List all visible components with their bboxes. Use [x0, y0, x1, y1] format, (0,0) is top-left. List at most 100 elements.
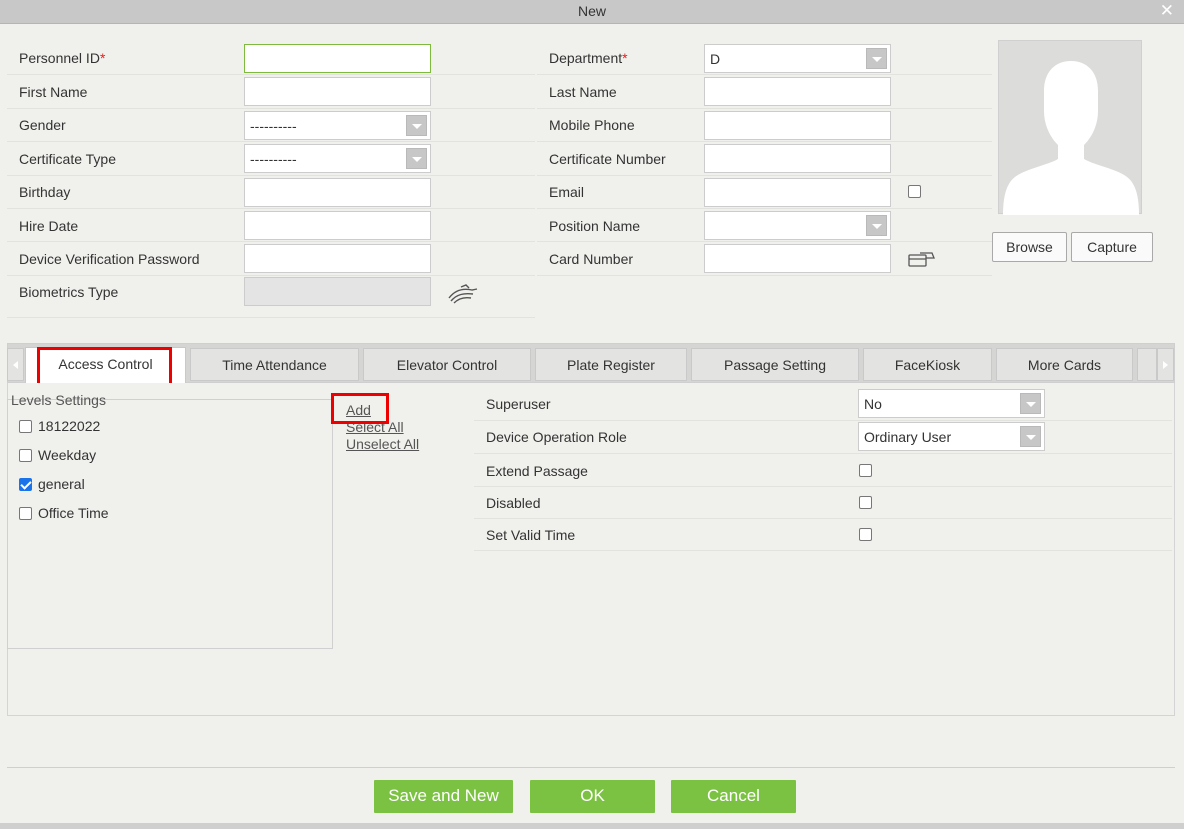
save-and-new-button[interactable]: Save and New: [374, 780, 513, 813]
row-divider: [474, 518, 1172, 519]
disabled-label: Disabled: [486, 495, 541, 511]
superuser-select-value: No: [864, 396, 882, 412]
level-checkbox-weekday[interactable]: [19, 449, 32, 462]
certificate-number-label: Certificate Number: [549, 151, 666, 167]
tab-time-attendance[interactable]: Time Attendance: [190, 348, 359, 381]
tab-plate-register[interactable]: Plate Register: [535, 348, 687, 381]
tab-passage-setting[interactable]: Passage Setting: [691, 348, 859, 381]
row-divider: [7, 108, 535, 109]
row-divider: [7, 74, 535, 75]
card-reader-icon[interactable]: [906, 249, 936, 269]
birthday-label: Birthday: [19, 184, 71, 200]
row-divider: [7, 317, 535, 318]
disabled-checkbox[interactable]: [859, 496, 872, 509]
dialog-bottom-edge: [0, 823, 1184, 829]
level-label: Weekday: [38, 447, 97, 463]
row-divider: [7, 141, 535, 142]
certificate-type-select-value: ----------: [250, 151, 297, 167]
browse-button[interactable]: Browse: [992, 232, 1067, 262]
select-all-link[interactable]: Select All: [346, 419, 404, 435]
email-checkbox[interactable]: [908, 185, 921, 198]
row-divider: [474, 420, 1172, 421]
first-name-input[interactable]: [244, 77, 431, 106]
dialog-titlebar: New ✕: [0, 0, 1184, 24]
level-label: general: [38, 476, 85, 492]
hire-date-input[interactable]: [244, 211, 431, 240]
row-divider: [474, 550, 1172, 551]
avatar-placeholder-icon: [1003, 61, 1139, 215]
row-divider: [537, 141, 992, 142]
row-divider: [537, 208, 992, 209]
tab-overflow[interactable]: [1137, 348, 1157, 381]
personnel-photo: [998, 40, 1142, 215]
device-operation-role-label: Device Operation Role: [486, 429, 627, 445]
footer-divider: [7, 767, 1175, 768]
chevron-down-icon: [406, 148, 427, 169]
tab-facekiosk[interactable]: FaceKiosk: [863, 348, 992, 381]
tab-scroll-right[interactable]: [1157, 348, 1174, 381]
chevron-right-icon: [1163, 361, 1168, 369]
birthday-input[interactable]: [244, 178, 431, 207]
certificate-type-label: Certificate Type: [19, 151, 117, 167]
personnel-id-input[interactable]: [244, 44, 431, 73]
biometrics-type-input: [244, 277, 431, 306]
level-checkbox-general[interactable]: [19, 478, 32, 491]
gender-select-value: ----------: [250, 118, 297, 134]
department-label: Department*: [549, 50, 628, 66]
chevron-down-icon: [866, 215, 887, 236]
cancel-button[interactable]: Cancel: [671, 780, 796, 813]
set-valid-time-checkbox[interactable]: [859, 528, 872, 541]
card-number-input[interactable]: [704, 244, 891, 273]
certificate-type-select[interactable]: ----------: [244, 144, 431, 173]
department-select[interactable]: D: [704, 44, 891, 73]
department-select-value: D: [710, 51, 721, 67]
row-divider: [474, 453, 1172, 454]
extend-passage-label: Extend Passage: [486, 463, 588, 479]
extend-passage-checkbox[interactable]: [859, 464, 872, 477]
row-divider: [537, 108, 992, 109]
level-label: Office Time: [38, 505, 109, 521]
tab-scroll-left[interactable]: [7, 348, 24, 381]
last-name-input[interactable]: [704, 77, 891, 106]
device-operation-role-select-value: Ordinary User: [864, 429, 952, 445]
tab-elevator-control[interactable]: Elevator Control: [363, 348, 531, 381]
row-divider: [7, 208, 535, 209]
hire-date-label: Hire Date: [19, 218, 79, 234]
level-checkbox-18122022[interactable]: [19, 420, 32, 433]
level-label: 18122022: [38, 418, 101, 434]
tab-more-cards[interactable]: More Cards: [996, 348, 1133, 381]
row-divider: [7, 241, 535, 242]
certificate-number-input[interactable]: [704, 144, 891, 173]
mobile-phone-label: Mobile Phone: [549, 117, 635, 133]
levels-settings-title: Levels Settings: [11, 392, 106, 408]
add-level-link[interactable]: Add: [346, 402, 371, 418]
close-icon[interactable]: ✕: [1160, 1, 1174, 21]
device-operation-role-select[interactable]: Ordinary User: [858, 422, 1045, 451]
tab-access-control[interactable]: Access Control: [25, 347, 186, 387]
fingerprint-icon[interactable]: [446, 283, 480, 305]
last-name-label: Last Name: [549, 84, 617, 100]
chevron-down-icon: [1020, 426, 1041, 447]
email-input[interactable]: [704, 178, 891, 207]
personnel-id-label: Personnel ID*: [19, 50, 106, 66]
chevron-left-icon: [13, 361, 18, 369]
superuser-select[interactable]: No: [858, 389, 1045, 418]
chevron-down-icon: [1020, 393, 1041, 414]
superuser-label: Superuser: [486, 396, 551, 412]
set-valid-time-label: Set Valid Time: [486, 527, 576, 543]
ok-button[interactable]: OK: [530, 780, 655, 813]
row-divider: [537, 175, 992, 176]
position-name-select[interactable]: [704, 211, 891, 240]
device-verification-password-input[interactable]: [244, 244, 431, 273]
email-label: Email: [549, 184, 585, 200]
gender-select[interactable]: ----------: [244, 111, 431, 140]
unselect-all-link[interactable]: Unselect All: [346, 436, 419, 452]
mobile-phone-input[interactable]: [704, 111, 891, 140]
device-verification-password-label: Device Verification Password: [19, 251, 200, 267]
level-checkbox-office-time[interactable]: [19, 507, 32, 520]
row-divider: [537, 275, 992, 276]
chevron-down-icon: [406, 115, 427, 136]
row-divider: [474, 486, 1172, 487]
gender-label: Gender: [19, 117, 66, 133]
capture-button[interactable]: Capture: [1071, 232, 1153, 262]
